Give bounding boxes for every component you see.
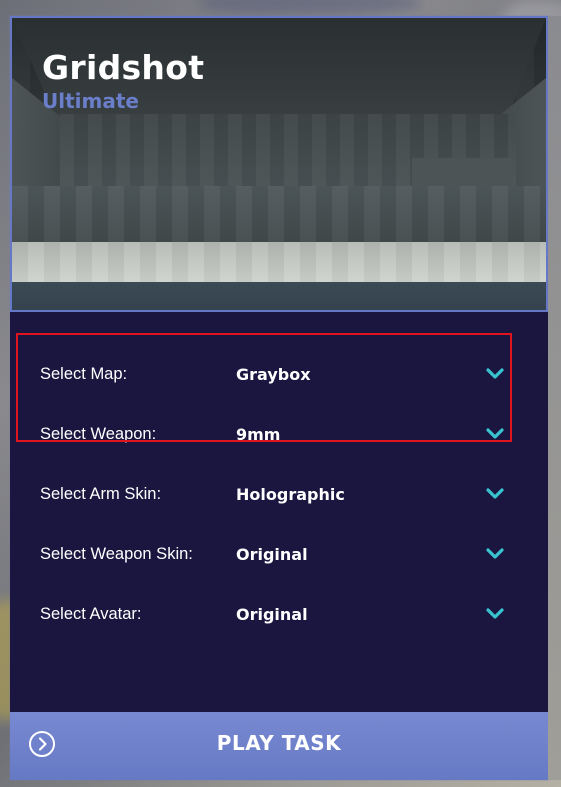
background-edge <box>548 16 561 780</box>
select-avatar-dropdown[interactable]: Select Avatar: Original <box>10 584 548 644</box>
select-avatar-label: Select Avatar: <box>40 604 142 623</box>
task-subtitle: Ultimate <box>42 89 139 113</box>
preview-floor <box>12 242 546 282</box>
select-map-dropdown[interactable]: Select Map: Graybox <box>10 344 548 404</box>
options-list: Select Map: Graybox Select Weapon: 9mm S… <box>10 344 548 644</box>
select-weapon-skin-dropdown[interactable]: Select Weapon Skin: Original <box>10 524 548 584</box>
select-weapon-dropdown[interactable]: Select Weapon: 9mm <box>10 404 548 464</box>
select-weapon-value: 9mm <box>236 424 281 444</box>
play-task-label: PLAY TASK <box>216 731 342 755</box>
select-weapon-label: Select Weapon: <box>40 424 157 443</box>
preview-platform <box>12 186 546 242</box>
select-weapon-skin-value: Original <box>236 544 308 564</box>
background-blur <box>200 0 420 15</box>
select-arm-skin-label: Select Arm Skin: <box>40 484 162 503</box>
play-task-button[interactable]: PLAY TASK <box>10 712 548 780</box>
task-title: Gridshot <box>42 48 205 87</box>
select-arm-skin-dropdown[interactable]: Select Arm Skin: Holographic <box>10 464 548 524</box>
chevron-down-icon[interactable] <box>485 547 505 561</box>
chevron-down-icon[interactable] <box>485 607 505 621</box>
map-preview: Gridshot Ultimate <box>10 16 548 312</box>
chevron-down-icon[interactable] <box>485 487 505 501</box>
chevron-down-icon[interactable] <box>485 367 505 381</box>
select-arm-skin-value: Holographic <box>236 484 345 504</box>
select-weapon-skin-label: Select Weapon Skin: <box>40 544 193 563</box>
preview-floor-edge <box>12 282 546 310</box>
task-card: Gridshot Ultimate Select Map: Graybox Se… <box>10 16 548 780</box>
select-map-label: Select Map: <box>40 364 128 383</box>
select-map-value: Graybox <box>236 364 311 384</box>
chevron-down-icon[interactable] <box>485 427 505 441</box>
select-avatar-value: Original <box>236 604 308 624</box>
